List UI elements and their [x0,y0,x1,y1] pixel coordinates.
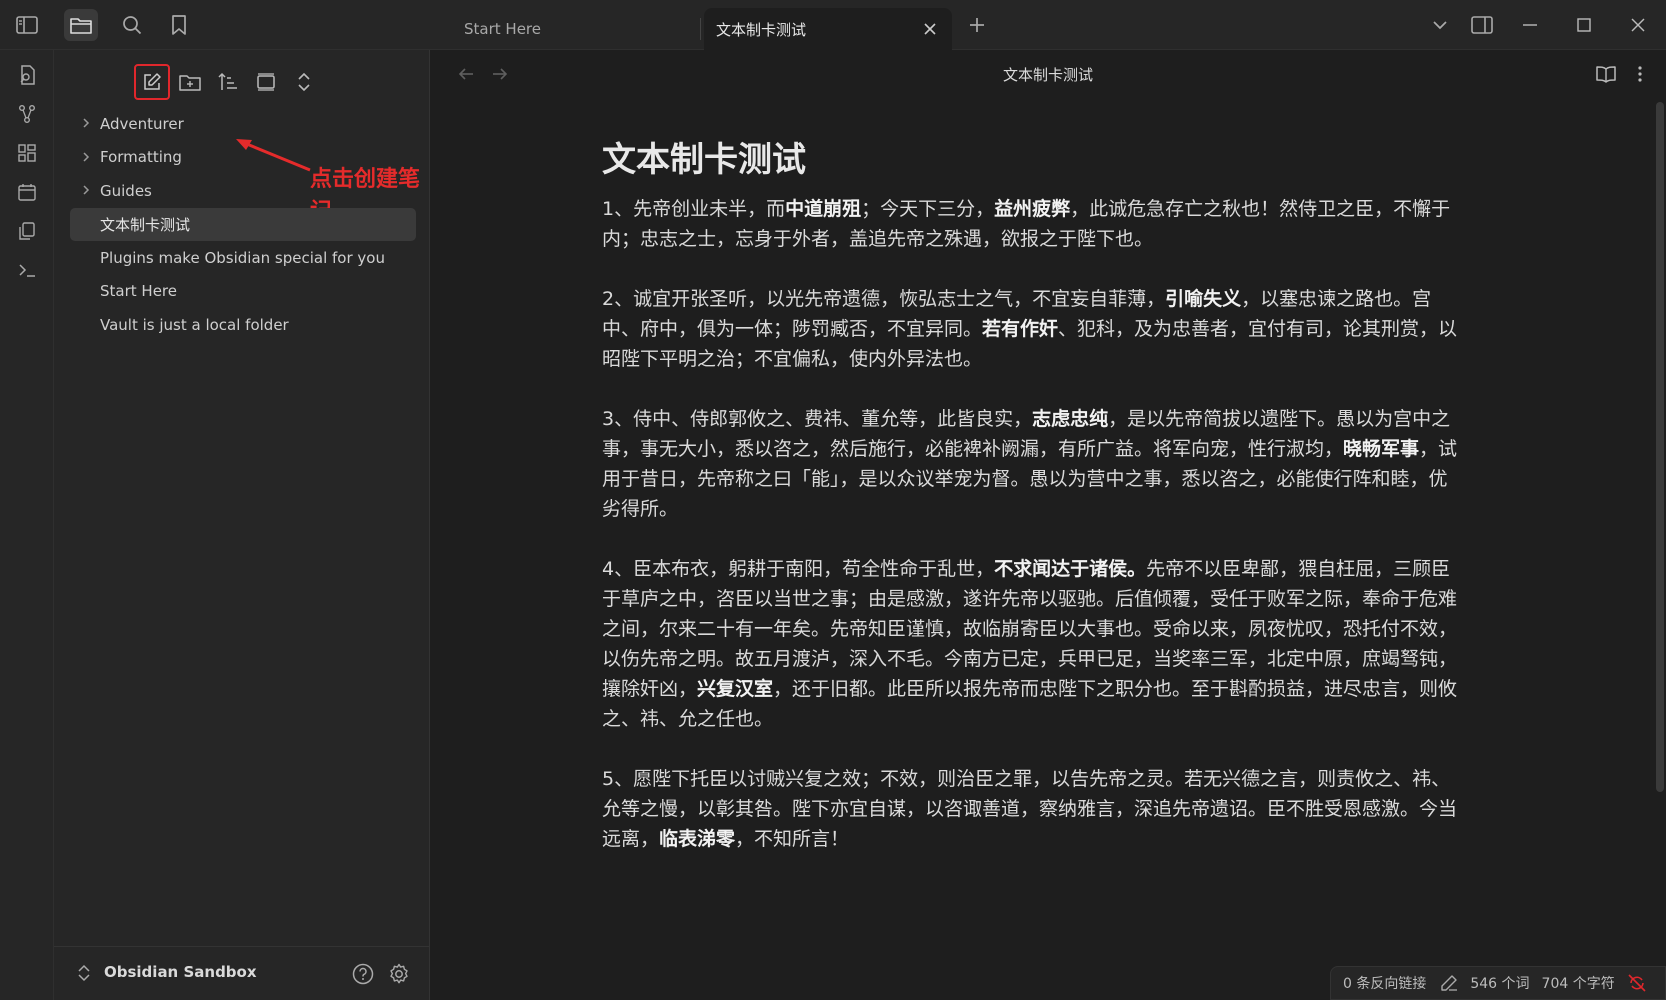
right-sidebar-toggle-icon[interactable] [1460,8,1504,42]
tree-folder-adventurer[interactable]: Adventurer [70,107,416,141]
help-icon[interactable] [350,961,376,987]
backlinks-count[interactable]: 0 条反向链接 [1343,973,1426,993]
tree-item-label: 文本制卡测试 [100,215,191,234]
bold-text: 中道崩殂 [785,198,862,220]
tab-active-note[interactable]: 文本制卡测试 [704,8,952,50]
sort-button[interactable] [210,64,246,100]
note-content[interactable]: 文本制卡测试 1、先帝创业未半，而中道崩殂；今天下三分，益州疲弊，此诚危急存亡之… [602,132,1462,884]
tree-file-vault-local-folder[interactable]: Vault is just a local folder [70,308,416,342]
editing-mode-pencil-icon[interactable] [1440,974,1458,992]
tree-folder-formatting[interactable]: Formatting [70,141,416,175]
bold-text: 兴复汉室 [697,678,774,700]
search-icon[interactable] [115,9,149,41]
window-close-icon[interactable] [1616,8,1660,42]
file-explorer-sidebar: 点击创建笔记 Adventurer Formatting Guides 文本制卡… [54,50,430,1000]
files-tab-folder-icon[interactable] [64,9,98,41]
paragraph-text: 4、臣本布衣，躬耕于南阳，苟全性命于乱世， [602,558,995,580]
tab-list-chevron-down-icon[interactable] [1418,8,1462,42]
sort-icon [218,72,237,90]
note-paragraph: 4、臣本布衣，躬耕于南阳，苟全性命于乱世，不求闻达于诸侯。先帝不以臣卑鄙，猥自枉… [602,554,1462,734]
view-header: 文本制卡测试 [430,50,1666,98]
chevron-right-icon [83,118,90,128]
vault-name[interactable]: Obsidian Sandbox [104,963,257,981]
new-folder-button[interactable] [172,64,208,100]
tree-folder-guides[interactable]: Guides [70,174,416,208]
bold-text: 晓畅军事 [1343,438,1420,460]
tree-item-label: Guides [100,181,152,200]
collapse-all-button[interactable] [286,64,322,100]
folder-plus-icon [179,75,201,91]
note-paragraph: 2、诚宜开张圣听，以光先帝遗德，恢弘志士之气，不宜妄自菲薄，引喻失义，以塞忠谏之… [602,284,1462,374]
tree-file-start-here[interactable]: Start Here [70,275,416,309]
tree-item-label: Start Here [100,282,177,301]
reading-view-book-icon[interactable] [1592,60,1620,88]
chevrons-up-down-icon [298,72,310,92]
more-options-icon[interactable] [1626,60,1654,88]
status-bar: 0 条反向链接 546 个词 704 个字符 [1330,966,1666,1000]
paragraph-text: 3、侍中、侍郎郭攸之、费祎、董允等，此皆良实， [602,408,1033,430]
tree-file-plugins[interactable]: Plugins make Obsidian special for you [70,241,416,275]
daily-note-calendar-icon[interactable] [10,175,44,209]
editor-pane: 文本制卡测试 文本制卡测试 1、先帝创业未半，而中道崩殂；今天下三分，益州疲弊，… [430,50,1666,1000]
note-paragraph: 5、愿陛下托臣以讨贼兴复之效；不效，则治臣之罪，以告先帝之灵。若无兴德之言，则责… [602,764,1462,854]
sidebar-toggle-icon[interactable] [10,9,44,41]
vault-profile-bar: Obsidian Sandbox [54,946,430,1000]
reveal-file-icon [257,73,275,91]
paragraph-text: ，不知所言！ [735,828,850,850]
note-paragraphs: 1、先帝创业未半，而中道崩殂；今天下三分，益州疲弊，此诚危急存亡之秋也！然侍卫之… [602,194,1462,854]
chevron-right-icon [83,151,90,162]
auto-reveal-button[interactable] [248,64,284,100]
note-heading: 文本制卡测试 [602,140,806,180]
minimize-icon[interactable] [1508,8,1552,42]
new-tab-plus-icon[interactable] [960,9,994,41]
bold-text: 引喻失义 [1165,288,1242,310]
paragraph-text: 1、先帝创业未半，而 [602,198,786,220]
settings-gear-icon[interactable] [386,961,412,987]
note-paragraph: 1、先帝创业未半，而中道崩殂；今天下三分，益州疲弊，此诚危急存亡之秋也！然侍卫之… [602,194,1462,254]
ribbon [0,50,54,1000]
bold-text: 不求闻达于诸侯。 [994,558,1147,580]
tree-item-label: Plugins make Obsidian special for you [100,248,385,267]
note-paragraph: 3、侍中、侍郎郭攸之、费祎、董允等，此皆良实，志虑忠纯，是以先帝简拔以遗陛下。愚… [602,404,1462,524]
paragraph-text: 2、诚宜开张圣听，以光先帝遗德，恢弘志士之气，不宜妄自菲薄， [602,288,1166,310]
file-tree: Adventurer Formatting Guides 文本制卡测试 Plug… [70,107,416,342]
bold-text: 临表涕零 [659,828,736,850]
word-count: 546 个词 [1470,976,1530,992]
canvas-icon[interactable] [10,136,44,170]
char-count: 704 个字符 [1541,976,1615,992]
tree-item-label: Adventurer [100,114,184,133]
bold-text: 若有作奸 [982,318,1059,340]
maximize-icon[interactable] [1562,8,1606,42]
bold-text: 益州疲弊 [994,198,1071,220]
templates-copy-icon[interactable] [10,214,44,248]
command-palette-icon[interactable] [10,253,44,287]
title-bar: Start Here 文本制卡测试 [0,0,1666,50]
new-note-button[interactable] [134,64,170,100]
view-header-title[interactable]: 文本制卡测试 [430,64,1666,85]
file-explorer-toolbar [54,58,430,104]
bookmark-icon[interactable] [162,9,196,41]
graph-view-icon[interactable] [10,97,44,131]
tree-item-label: Formatting [100,148,182,167]
bold-text: 志虑忠纯 [1032,408,1109,430]
tab-label: 文本制卡测试 [716,20,807,39]
open-quick-switcher-icon[interactable] [10,58,44,92]
tab-label: Start Here [464,20,541,38]
close-icon[interactable] [920,19,940,39]
paragraph-text: ；今天下三分， [861,198,995,220]
tree-file-active-note[interactable]: 文本制卡测试 [70,207,416,241]
tab-start-here[interactable]: Start Here [438,8,700,50]
sync-error-icon[interactable] [1627,973,1647,993]
vault-switcher-chevrons-icon[interactable] [76,963,92,983]
tree-item-label: Vault is just a local folder [100,315,289,334]
chevron-right-icon [83,185,90,195]
scrollbar[interactable] [1656,102,1664,792]
tab-divider [700,18,701,40]
edit-pencil-icon [144,73,161,90]
